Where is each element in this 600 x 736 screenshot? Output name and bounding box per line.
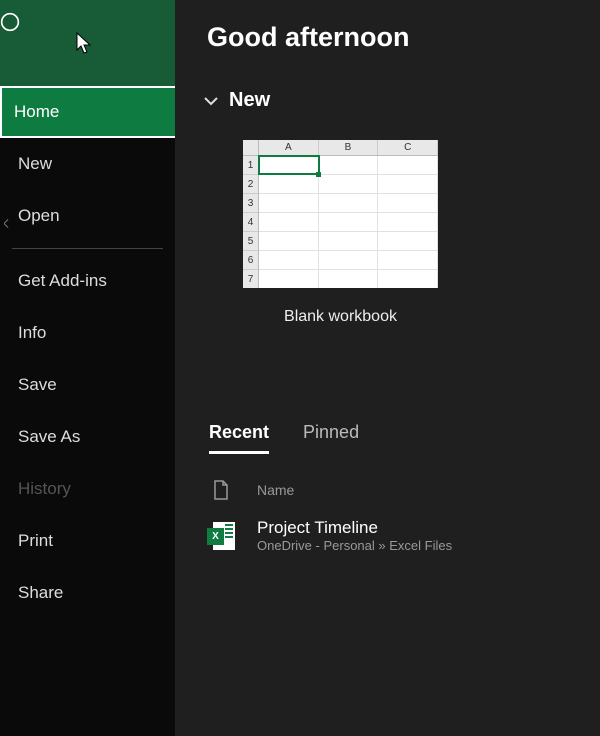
sidebar-item-info[interactable]: Info <box>0 307 175 359</box>
row-header: 2 <box>243 175 258 194</box>
excel-badge: X <box>207 528 224 545</box>
sheet-row-headers: 1 2 3 4 5 6 7 <box>243 156 259 288</box>
recent-tabs: Recent Pinned <box>209 422 572 454</box>
file-path: OneDrive - Personal » Excel Files <box>257 538 452 553</box>
file-row[interactable]: X Project Timeline OneDrive - Personal »… <box>203 510 572 561</box>
row-header: 4 <box>243 213 258 232</box>
sidebar-item-label: New <box>18 154 52 173</box>
col-header: C <box>378 140 438 155</box>
row-header: 5 <box>243 232 258 251</box>
template-label: Blank workbook <box>243 308 438 326</box>
sidebar-item-label: Open <box>18 206 60 225</box>
sidebar-item-save[interactable]: Save <box>0 359 175 411</box>
sheet-col-headers: A B C <box>259 140 438 156</box>
sidebar-item-history: History <box>0 463 175 515</box>
row-header: 1 <box>243 156 258 175</box>
sidebar-item-save-as[interactable]: Save As <box>0 411 175 463</box>
sidebar-item-home[interactable]: Home <box>0 86 175 138</box>
sidebar: Home New Open Get Add-ins Info Save Save… <box>0 0 175 736</box>
back-arrow-icon[interactable] <box>0 12 20 32</box>
column-header-name[interactable]: Name <box>257 482 294 498</box>
sidebar-item-new[interactable]: New <box>0 138 175 190</box>
row-header: 7 <box>243 270 258 288</box>
sheet-cells <box>259 156 438 288</box>
sidebar-item-label: Get Add-ins <box>18 271 107 290</box>
mouse-cursor-icon <box>76 32 94 56</box>
excel-file-icon: X <box>207 522 235 550</box>
file-list-header: Name <box>203 474 572 510</box>
sidebar-item-get-addins[interactable]: Get Add-ins <box>0 255 175 307</box>
sidebar-item-label: Save As <box>18 427 80 446</box>
sidebar-item-label: Home <box>14 102 59 121</box>
sidebar-item-label: History <box>18 479 71 498</box>
sidebar-divider <box>12 248 163 249</box>
col-header: B <box>319 140 379 155</box>
file-info: Project Timeline OneDrive - Personal » E… <box>257 518 452 553</box>
file-list: Name X Project Timeline OneDrive - Perso… <box>203 474 572 561</box>
file-icon-header <box>207 480 235 500</box>
sidebar-header <box>0 0 175 86</box>
tab-recent[interactable]: Recent <box>209 422 269 454</box>
col-header: A <box>259 140 319 155</box>
tab-pinned[interactable]: Pinned <box>303 422 359 454</box>
sidebar-item-print[interactable]: Print <box>0 515 175 567</box>
template-blank-workbook[interactable]: A B C 1 2 3 4 5 6 7 B <box>243 140 438 326</box>
file-name: Project Timeline <box>257 518 452 538</box>
sidebar-item-label: Share <box>18 583 63 602</box>
sidebar-item-open[interactable]: Open <box>0 190 175 242</box>
row-header: 6 <box>243 251 258 270</box>
document-icon <box>215 481 227 499</box>
sidebar-item-label: Save <box>18 375 57 394</box>
main-panel: Good afternoon New A B C 1 2 3 4 5 6 7 <box>175 0 600 736</box>
sidebar-item-label: Info <box>18 323 46 342</box>
template-thumbnail: A B C 1 2 3 4 5 6 7 <box>243 140 438 288</box>
sheet-corner <box>243 140 259 156</box>
sidebar-item-share[interactable]: Share <box>0 567 175 619</box>
section-title: New <box>229 89 270 112</box>
row-header: 3 <box>243 194 258 213</box>
submenu-indicator-icon <box>4 213 10 219</box>
sidebar-item-label: Print <box>18 531 53 550</box>
section-new-header[interactable]: New <box>203 89 572 112</box>
greeting-heading: Good afternoon <box>207 22 572 53</box>
chevron-down-icon <box>203 93 219 109</box>
